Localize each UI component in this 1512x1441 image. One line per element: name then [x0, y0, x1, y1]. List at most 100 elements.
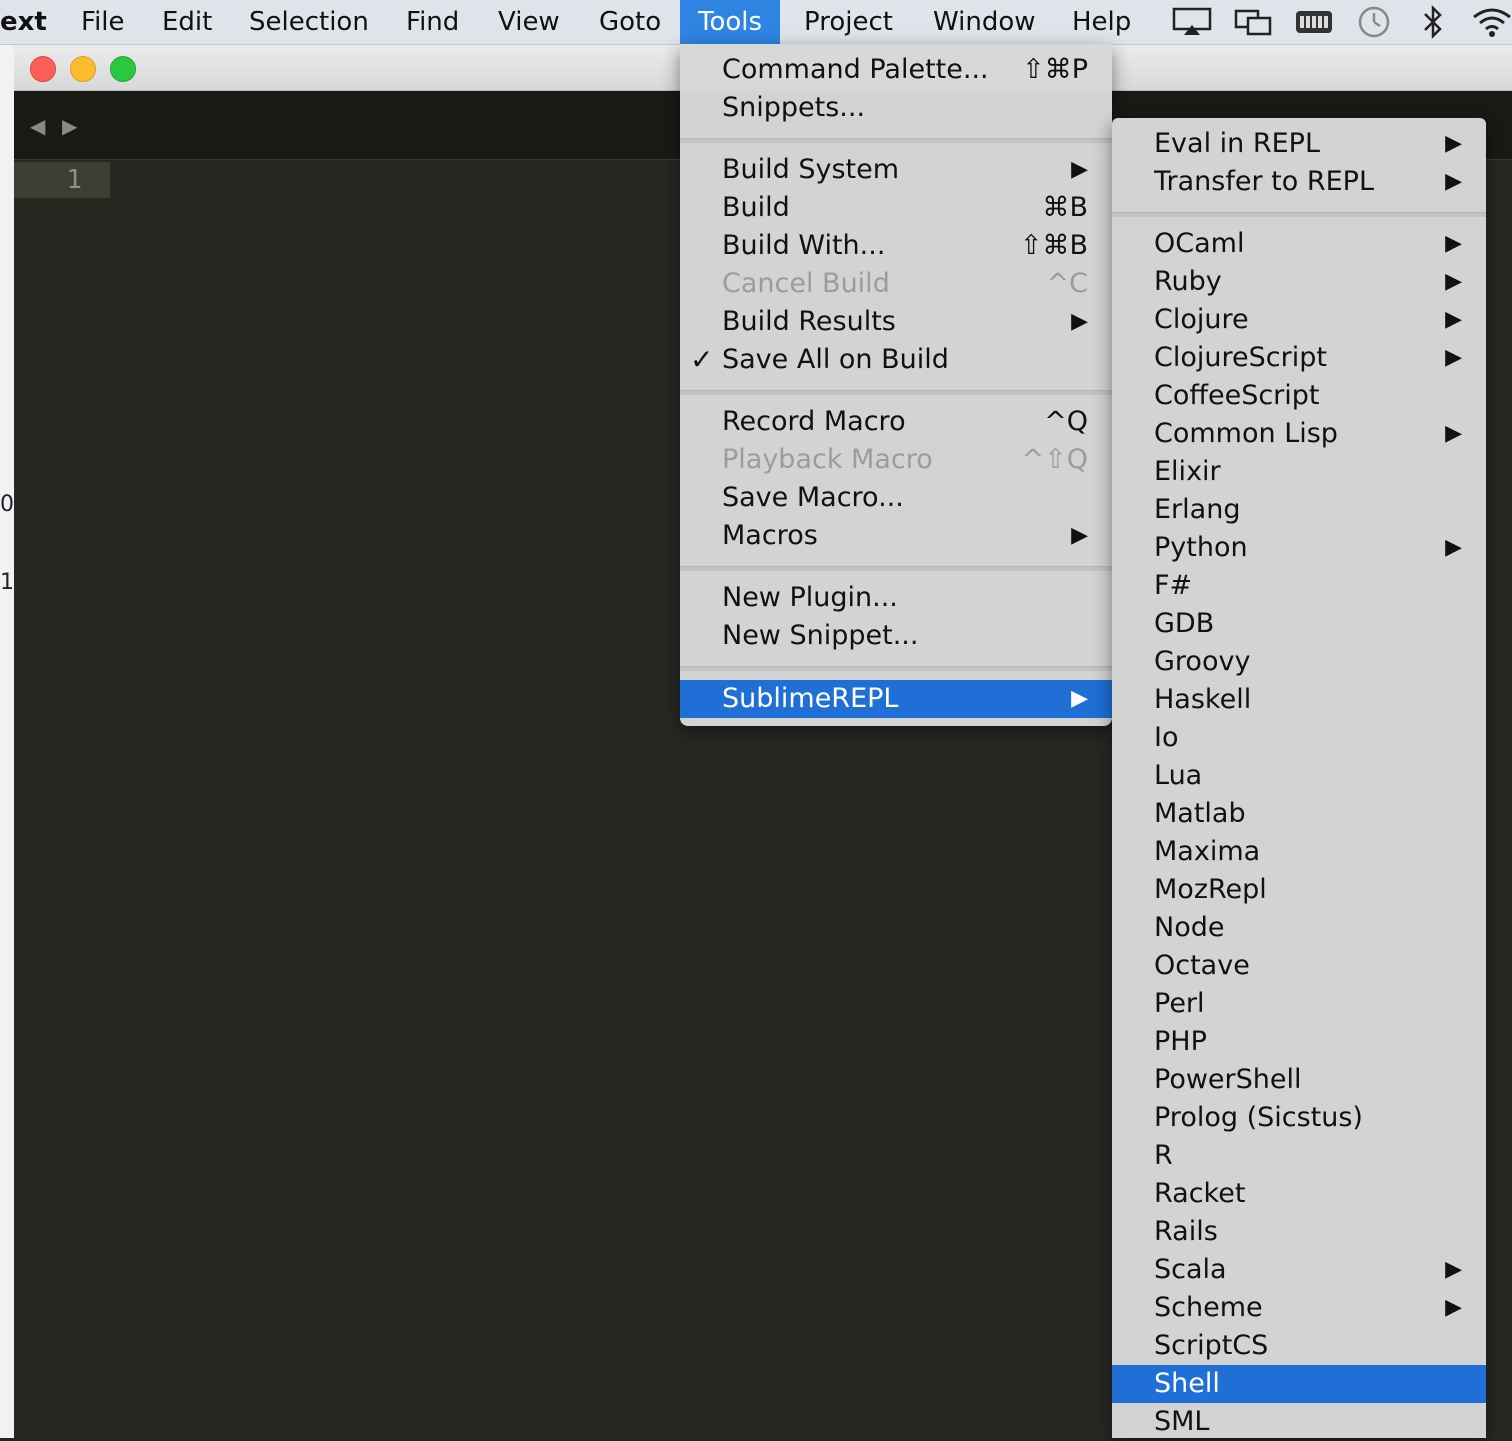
menubar-find[interactable]: Find: [406, 0, 459, 44]
menu-item-repl-erlang[interactable]: Erlang: [1112, 491, 1486, 529]
minimize-window-button[interactable]: [70, 56, 96, 82]
menu-item-transfer-to-repl[interactable]: Transfer to REPL ▶: [1112, 163, 1486, 201]
menu-item-repl-prolog-sicstus[interactable]: Prolog (Sicstus): [1112, 1099, 1486, 1137]
submenu-arrow-icon: ▶: [1445, 131, 1462, 156]
menu-bar: ext File Edit Selection Find View Goto T…: [0, 0, 1512, 45]
menu-separator: [680, 390, 1112, 395]
menubar-project[interactable]: Project: [804, 0, 893, 44]
menu-item-sublimerepl[interactable]: SublimeREPL ▶: [680, 680, 1112, 718]
submenu-arrow-icon: ▶: [1445, 1257, 1462, 1282]
submenu-arrow-icon: ▶: [1071, 523, 1088, 548]
submenu-arrow-icon: ▶: [1445, 269, 1462, 294]
menubar-file[interactable]: File: [81, 0, 125, 44]
menu-item-repl-maxima[interactable]: Maxima: [1112, 833, 1486, 871]
menu-item-repl-python[interactable]: Python ▶: [1112, 529, 1486, 567]
menu-item-repl-r[interactable]: R: [1112, 1137, 1486, 1175]
maximize-window-button[interactable]: [110, 56, 136, 82]
nav-back-icon[interactable]: ◀: [30, 114, 45, 138]
submenu-arrow-icon: ▶: [1445, 345, 1462, 370]
menu-item-repl-io[interactable]: Io: [1112, 719, 1486, 757]
close-window-button[interactable]: [30, 56, 56, 82]
menu-item-repl-f[interactable]: F#: [1112, 567, 1486, 605]
menu-item-repl-ruby[interactable]: Ruby ▶: [1112, 263, 1486, 301]
menu-item-repl-scheme[interactable]: Scheme ▶: [1112, 1289, 1486, 1327]
menu-item-build[interactable]: Build ⌘B: [680, 189, 1112, 227]
menu-item-command-palette[interactable]: Command Palette... ⇧⌘P: [680, 51, 1112, 89]
menu-item-repl-haskell[interactable]: Haskell: [1112, 681, 1486, 719]
menu-item-repl-racket[interactable]: Racket: [1112, 1175, 1486, 1213]
shortcut: ⇧⌘B: [1019, 230, 1088, 261]
time-machine-icon[interactable]: [1354, 0, 1394, 44]
menu-separator: [680, 138, 1112, 143]
menubar-tools[interactable]: Tools: [680, 0, 781, 44]
menubar-goto[interactable]: Goto: [599, 0, 661, 44]
menu-item-repl-matlab[interactable]: Matlab: [1112, 795, 1486, 833]
menu-item-build-with[interactable]: Build With... ⇧⌘B: [680, 227, 1112, 265]
bluetooth-icon[interactable]: [1420, 0, 1446, 44]
menu-item-repl-clojure[interactable]: Clojure ▶: [1112, 301, 1486, 339]
menu-item-repl-php[interactable]: PHP: [1112, 1023, 1486, 1061]
submenu-arrow-icon: ▶: [1445, 231, 1462, 256]
line-number: 1: [66, 165, 82, 195]
shortcut: ^C: [1046, 268, 1088, 299]
menu-item-repl-clojurescript[interactable]: ClojureScript ▶: [1112, 339, 1486, 377]
menu-item-repl-rails[interactable]: Rails: [1112, 1213, 1486, 1251]
menu-item-repl-scriptcs[interactable]: ScriptCS: [1112, 1327, 1486, 1365]
menu-item-new-plugin[interactable]: New Plugin...: [680, 579, 1112, 617]
shortcut: ⇧⌘P: [1022, 54, 1088, 85]
menu-item-repl-ocaml[interactable]: OCaml ▶: [1112, 225, 1486, 263]
submenu-arrow-icon: ▶: [1071, 309, 1088, 334]
menu-item-build-system[interactable]: Build System ▶: [680, 151, 1112, 189]
submenu-arrow-icon: ▶: [1071, 686, 1088, 711]
menu-separator: [1112, 212, 1486, 217]
shortcut: ^⇧Q: [1021, 444, 1089, 475]
menu-item-save-macro[interactable]: Save Macro...: [680, 479, 1112, 517]
submenu-arrow-icon: ▶: [1445, 535, 1462, 560]
menu-item-repl-lua[interactable]: Lua: [1112, 757, 1486, 795]
menu-separator: [680, 666, 1112, 671]
menubar-app-name[interactable]: ext: [0, 0, 47, 44]
menu-item-eval-in-repl[interactable]: Eval in REPL ▶: [1112, 125, 1486, 163]
menu-item-new-snippet[interactable]: New Snippet...: [680, 617, 1112, 655]
menubar-view[interactable]: View: [498, 0, 560, 44]
sublimerepl-submenu: Eval in REPL ▶ Transfer to REPL ▶ OCaml ▶…: [1112, 118, 1486, 1438]
menu-item-macros[interactable]: Macros ▶: [680, 517, 1112, 555]
menu-item-save-all-on-build[interactable]: ✓ Save All on Build: [680, 341, 1112, 379]
menu-item-repl-elixir[interactable]: Elixir: [1112, 453, 1486, 491]
menu-item-build-results[interactable]: Build Results ▶: [680, 303, 1112, 341]
shortcut: ^Q: [1044, 406, 1088, 437]
menubar-edit[interactable]: Edit: [162, 0, 212, 44]
menu-item-repl-sml[interactable]: SML: [1112, 1403, 1486, 1441]
menu-item-repl-groovy[interactable]: Groovy: [1112, 643, 1486, 681]
menu-item-snippets[interactable]: Snippets...: [680, 89, 1112, 127]
wifi-icon[interactable]: [1470, 0, 1512, 44]
menu-item-repl-mozrepl[interactable]: MozRepl: [1112, 871, 1486, 909]
menu-item-repl-common-lisp[interactable]: Common Lisp ▶: [1112, 415, 1486, 453]
menu-item-repl-powershell[interactable]: PowerShell: [1112, 1061, 1486, 1099]
menubar-window[interactable]: Window: [933, 0, 1036, 44]
checkmark-icon: ✓: [690, 343, 714, 376]
nav-forward-icon[interactable]: ▶: [62, 114, 77, 138]
menu-item-playback-macro: Playback Macro ^⇧Q: [680, 441, 1112, 479]
screens-icon[interactable]: [1234, 0, 1274, 44]
menu-item-repl-gdb[interactable]: GDB: [1112, 605, 1486, 643]
shortcut: ⌘B: [1042, 192, 1088, 223]
submenu-arrow-icon: ▶: [1445, 421, 1462, 446]
menu-item-repl-perl[interactable]: Perl: [1112, 985, 1486, 1023]
background-window-mark: 1: [0, 570, 14, 595]
menubar-help[interactable]: Help: [1072, 0, 1131, 44]
menu-item-repl-node[interactable]: Node: [1112, 909, 1486, 947]
submenu-arrow-icon: ▶: [1445, 169, 1462, 194]
menubar-selection[interactable]: Selection: [249, 0, 369, 44]
menu-item-repl-scala[interactable]: Scala ▶: [1112, 1251, 1486, 1289]
airplay-icon[interactable]: [1172, 0, 1212, 44]
menu-separator: [680, 566, 1112, 571]
submenu-arrow-icon: ▶: [1071, 157, 1088, 182]
menu-item-repl-coffeescript[interactable]: CoffeeScript: [1112, 377, 1486, 415]
battery-icon[interactable]: [1294, 0, 1336, 44]
menu-item-record-macro[interactable]: Record Macro ^Q: [680, 403, 1112, 441]
background-window: 0 1: [0, 44, 15, 1438]
menu-item-repl-shell[interactable]: Shell: [1112, 1365, 1486, 1403]
submenu-arrow-icon: ▶: [1445, 1295, 1462, 1320]
menu-item-repl-octave[interactable]: Octave: [1112, 947, 1486, 985]
